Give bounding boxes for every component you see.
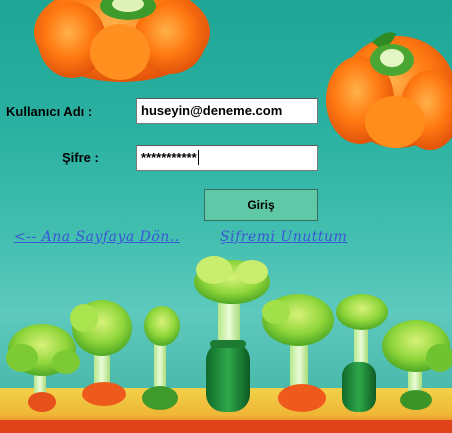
- forgot-password-link[interactable]: Şifremi Unuttum: [220, 229, 347, 245]
- login-button[interactable]: Giriş: [204, 189, 318, 221]
- pepper-right-image: [326, 32, 452, 150]
- password-input[interactable]: ***********: [136, 145, 318, 171]
- login-window: Kullanıcı Adı : huseyin@deneme.com Şifre…: [0, 0, 452, 433]
- username-input[interactable]: huseyin@deneme.com: [136, 98, 318, 124]
- back-to-home-link[interactable]: <-- Ana Sayfaya Dön..: [14, 229, 180, 245]
- login-button-label: Giriş: [247, 198, 275, 212]
- username-value: huseyin@deneme.com: [141, 103, 283, 118]
- password-value: ***********: [141, 150, 197, 165]
- username-label: Kullanıcı Adı :: [6, 104, 93, 119]
- pepper-top-image: [34, 0, 210, 82]
- password-label: Şifre :: [62, 150, 99, 165]
- text-caret: [197, 150, 199, 165]
